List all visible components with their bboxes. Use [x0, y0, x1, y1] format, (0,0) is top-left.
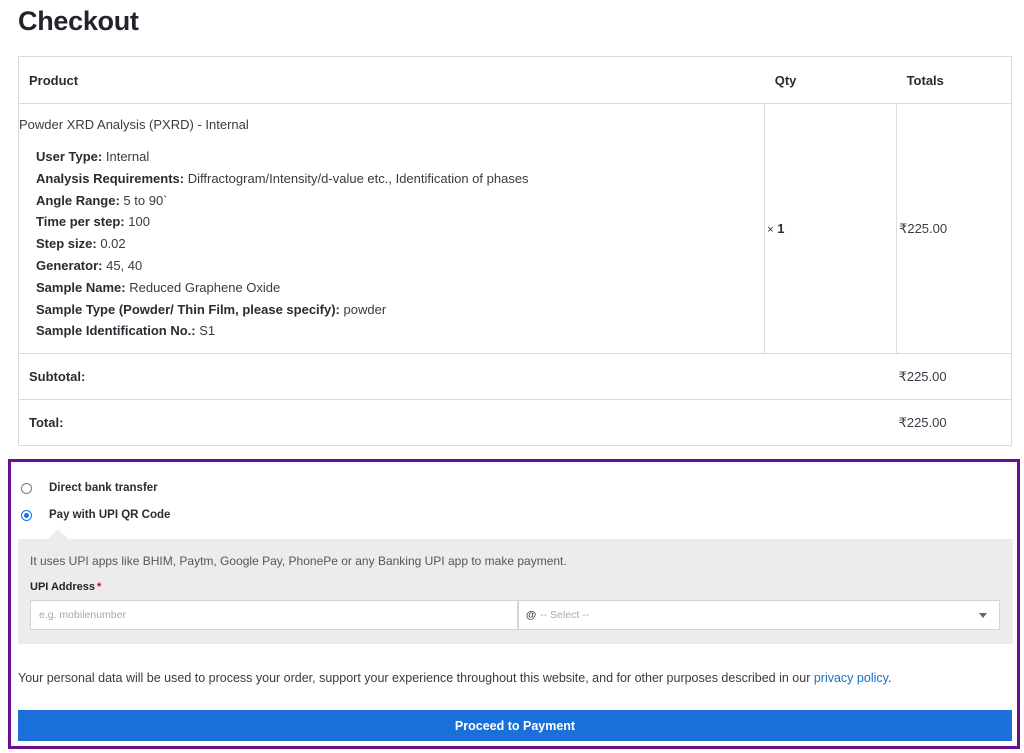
meta-item: Generator: 45, 40 — [36, 255, 764, 277]
product-meta-list: User Type: Internal Analysis Requirement… — [19, 146, 764, 342]
chevron-down-icon — [979, 613, 987, 618]
subtotal-label: Subtotal: — [18, 353, 897, 400]
payment-section: Direct bank transfer Pay with UPI QR Cod… — [8, 459, 1020, 749]
meta-key: Time per step: — [36, 214, 125, 230]
meta-key: Sample Identification No.: — [36, 323, 196, 339]
payment-method-label: Pay with UPI QR Code — [49, 509, 171, 521]
radio-bank-transfer[interactable] — [21, 482, 32, 494]
table-header-row: Product Qty Totals — [18, 56, 1012, 104]
total-row: Total: ₹225.00 — [18, 399, 1012, 446]
qty-value: 1 — [777, 221, 785, 236]
upi-address-label-text: UPI Address — [30, 581, 96, 593]
table-row: Powder XRD Analysis (PXRD) - Internal Us… — [18, 103, 1012, 354]
meta-key: Sample Type (Powder/ Thin Film, please s… — [36, 301, 340, 317]
meta-value: Internal — [105, 149, 150, 164]
order-review-table: Product Qty Totals Powder XRD Analysis (… — [18, 56, 1012, 446]
meta-item: Angle Range: 5 to 90` — [36, 190, 764, 212]
total-value: ₹225.00 — [896, 399, 1012, 446]
upi-address-input[interactable]: e.g. mobilenumber — [30, 600, 518, 630]
privacy-end: . — [887, 671, 892, 685]
meta-key: Generator: — [36, 257, 103, 273]
product-cell: Powder XRD Analysis (PXRD) - Internal Us… — [18, 103, 765, 354]
header-product: Product — [18, 56, 765, 104]
upi-payment-panel: It uses UPI apps like BHIM, Paytm, Googl… — [18, 529, 1013, 644]
meta-item: Step size: 0.02 — [36, 233, 764, 255]
subtotal-value: ₹225.00 — [896, 353, 1012, 400]
meta-key: User Type: — [36, 149, 103, 164]
panel-pointer — [48, 529, 68, 539]
upi-address-label: UPI Address * — [30, 581, 101, 593]
radio-upi-qr[interactable] — [21, 509, 32, 521]
upi-description: It uses UPI apps like BHIM, Paytm, Googl… — [30, 554, 567, 568]
meta-value: 0.02 — [100, 236, 126, 252]
meta-value: Reduced Graphene Oxide — [129, 279, 281, 295]
meta-value: 5 to 90` — [123, 192, 168, 208]
payment-method-upi[interactable]: Pay with UPI QR Code — [21, 509, 170, 521]
meta-value: 45, 40 — [106, 257, 143, 273]
header-qty: Qty — [764, 56, 897, 104]
meta-item: Analysis Requirements: Diffractogram/Int… — [36, 168, 764, 190]
payment-method-label: Direct bank transfer — [49, 482, 158, 494]
meta-key: Angle Range: — [36, 192, 120, 208]
page-title: Checkout — [18, 6, 139, 36]
subtotal-row: Subtotal: ₹225.00 — [18, 353, 1012, 400]
item-total: ₹225.00 — [896, 103, 1012, 354]
meta-value: S1 — [199, 323, 216, 339]
qty-multiplier: × — [767, 224, 774, 236]
proceed-to-payment-button[interactable]: Proceed to Payment — [18, 710, 1012, 741]
meta-value: Diffractogram/Intensity/d-value etc., Id… — [187, 170, 529, 186]
required-mark: * — [97, 581, 102, 593]
meta-item: Sample Name: Reduced Graphene Oxide — [36, 277, 764, 299]
privacy-notice: Your personal data will be used to proce… — [18, 671, 891, 685]
meta-item: User Type: Internal — [36, 146, 764, 168]
meta-key: Analysis Requirements: — [36, 170, 185, 186]
meta-item: Sample Type (Powder/ Thin Film, please s… — [36, 299, 764, 321]
upi-input-placeholder: e.g. mobilenumber — [39, 609, 126, 621]
qty-cell: × 1 — [764, 103, 897, 354]
header-totals: Totals — [896, 56, 1012, 104]
at-symbol: @ — [526, 609, 537, 621]
privacy-policy-link[interactable]: privacy policy — [814, 671, 888, 685]
meta-key: Sample Name: — [36, 279, 126, 295]
upi-handle-select[interactable]: @ -- Select -- — [518, 600, 1000, 630]
total-label: Total: — [18, 399, 897, 446]
meta-value: powder — [343, 301, 387, 317]
payment-method-bank[interactable]: Direct bank transfer — [21, 482, 158, 494]
privacy-text: Your personal data will be used to proce… — [18, 671, 814, 685]
select-value: -- Select -- — [540, 609, 590, 621]
meta-item: Sample Identification No.: S1 — [36, 320, 764, 342]
meta-key: Step size: — [36, 236, 97, 252]
product-name: Powder XRD Analysis (PXRD) - Internal — [19, 117, 249, 132]
meta-item: Time per step: 100 — [36, 211, 764, 233]
meta-value: 100 — [128, 214, 150, 230]
